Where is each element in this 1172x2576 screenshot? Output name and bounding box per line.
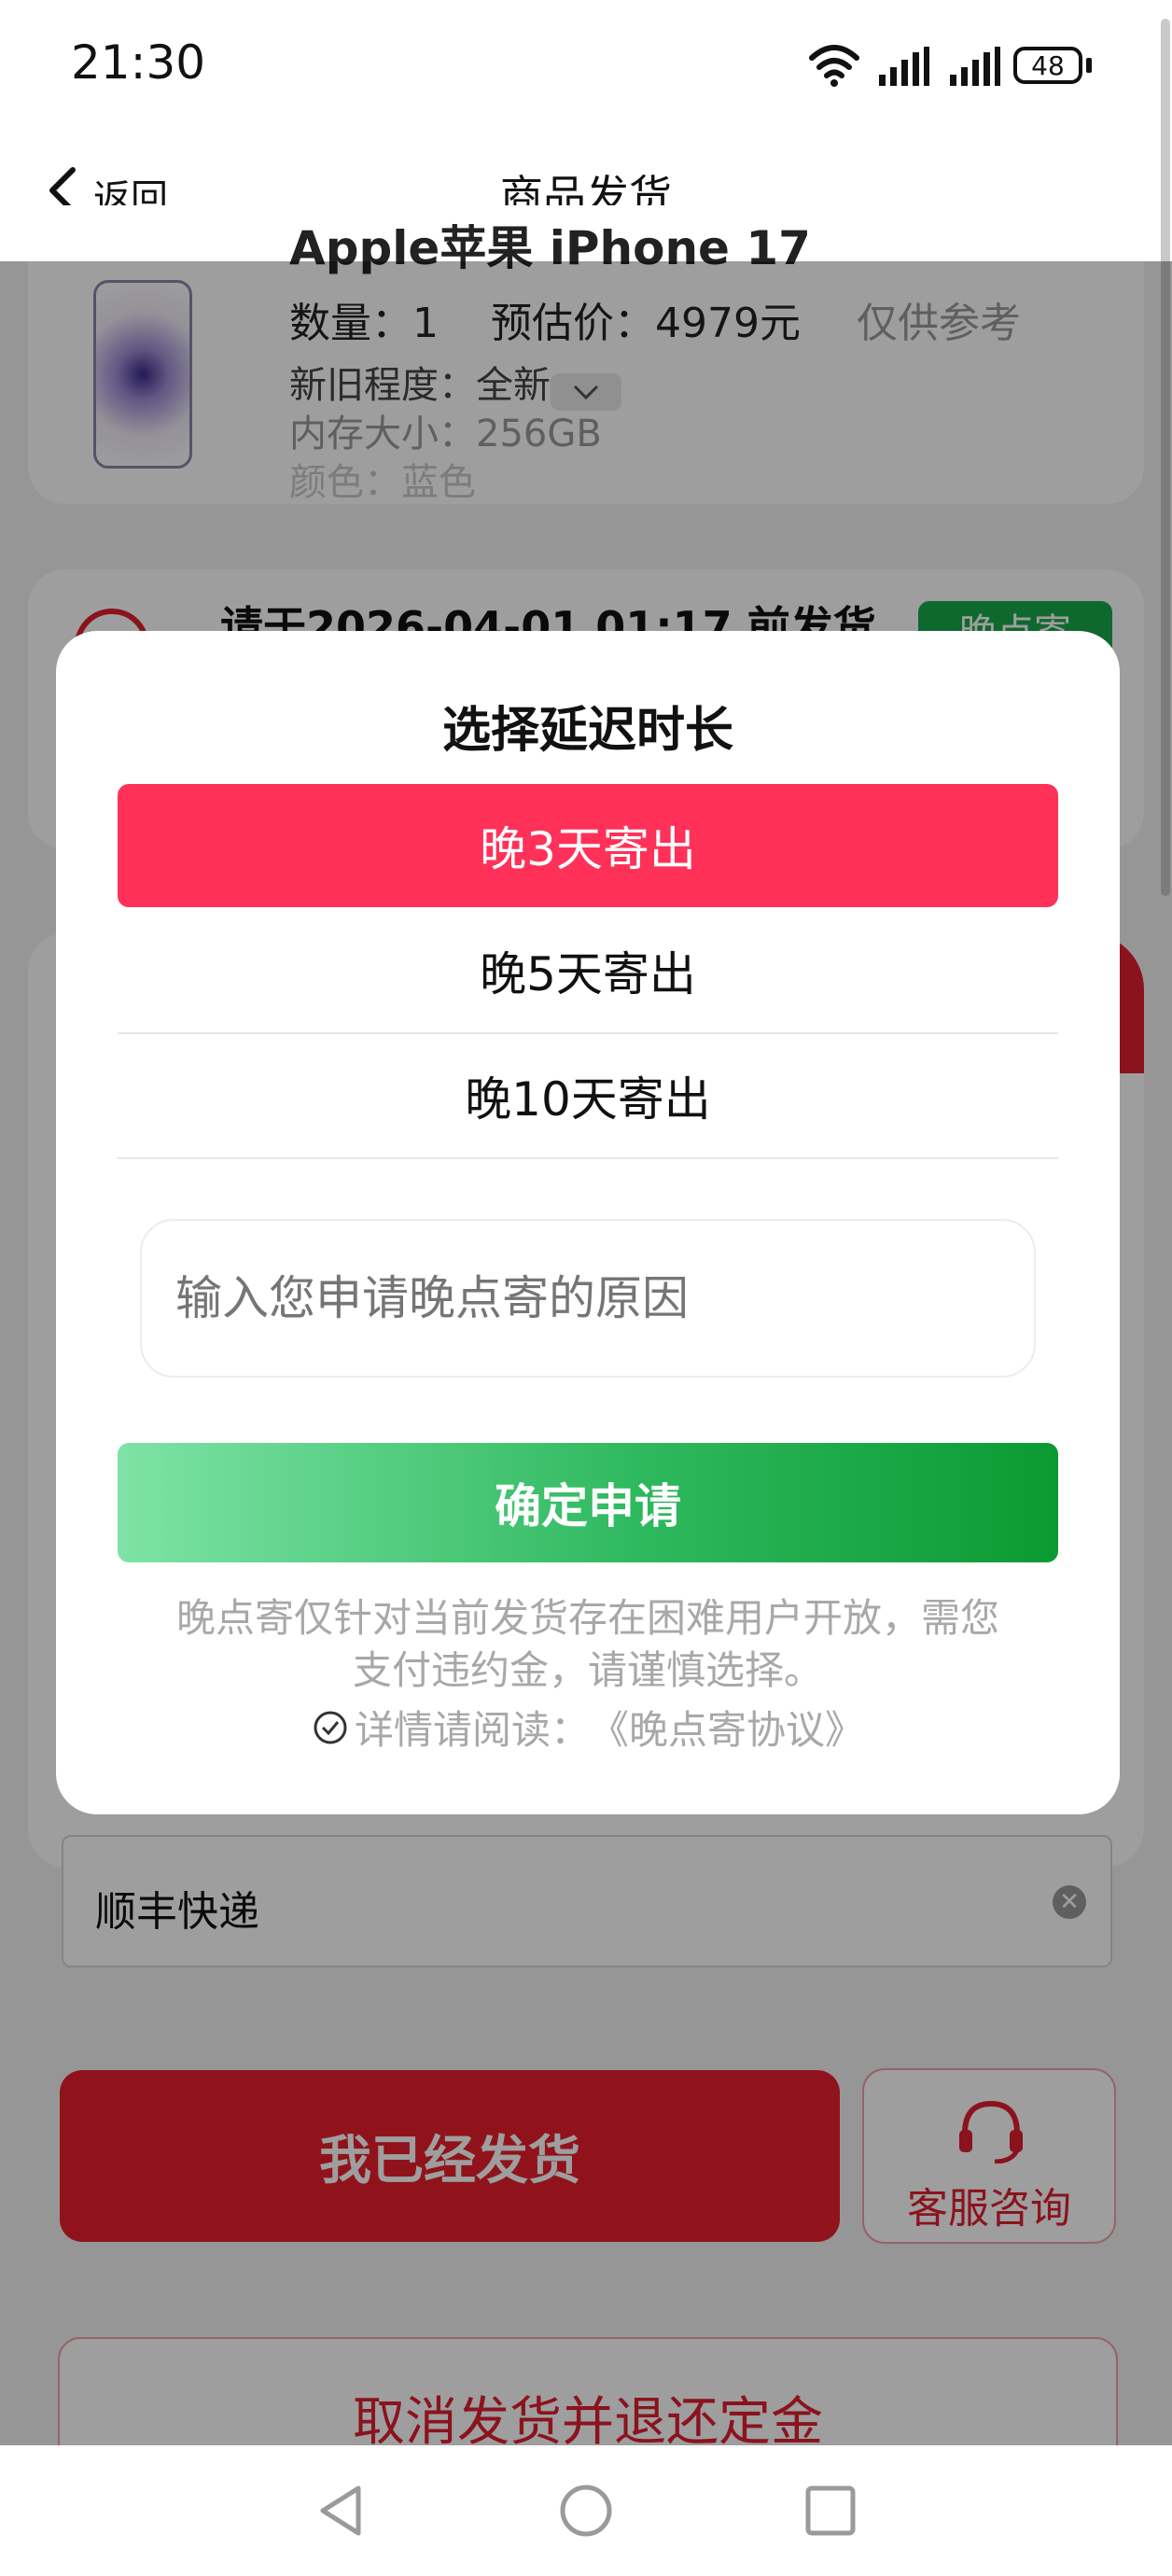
wifi-icon xyxy=(809,45,859,87)
system-nav-bar xyxy=(0,2445,1172,2576)
reason-input[interactable] xyxy=(140,1219,1036,1378)
option-10-days[interactable]: 晚10天寄出 xyxy=(118,1034,1058,1157)
note-line-2: 支付违约金，请谨慎选择。 xyxy=(352,1647,823,1693)
check-circle-icon[interactable] xyxy=(312,1709,349,1746)
battery-icon: 48 xyxy=(1013,47,1082,84)
option-3-days[interactable]: 晚3天寄出 xyxy=(118,784,1058,907)
back-triangle-icon[interactable] xyxy=(315,2483,368,2539)
agreement-link[interactable]: 《晚点寄协议》 xyxy=(590,1699,864,1756)
recents-square-icon[interactable] xyxy=(804,2485,857,2537)
note-line-1: 晚点寄仅针对当前发货存在困难用户开放，需您 xyxy=(175,1595,999,1641)
option-divider-2 xyxy=(118,1157,1058,1159)
battery-level: 48 xyxy=(1031,49,1065,81)
agreement-row: 详情请阅读： 《晚点寄协议》 xyxy=(56,1699,1120,1756)
battery-tip xyxy=(1086,58,1092,73)
signal-icon xyxy=(879,47,929,86)
dialog-title: 选择延迟时长 xyxy=(441,703,733,759)
option-5-days[interactable]: 晚5天寄出 xyxy=(118,909,1058,1032)
agreement-prefix: 详情请阅读： xyxy=(354,1707,590,1753)
confirm-button[interactable]: 确定申请 xyxy=(118,1443,1058,1562)
late-ship-note: 晚点寄仅针对当前发货存在困难用户开放，需您 支付违约金，请谨慎选择。 xyxy=(56,1592,1120,1697)
status-bar: 21:30 48 xyxy=(0,0,1172,131)
home-circle-icon[interactable] xyxy=(558,2483,614,2539)
signal-icon-2 xyxy=(950,47,1000,86)
delay-duration-dialog: 选择延迟时长 晚3天寄出 晚5天寄出 晚10天寄出 确定申请 晚点寄仅针对当前发… xyxy=(56,631,1120,1814)
status-time: 21:30 xyxy=(71,35,206,90)
